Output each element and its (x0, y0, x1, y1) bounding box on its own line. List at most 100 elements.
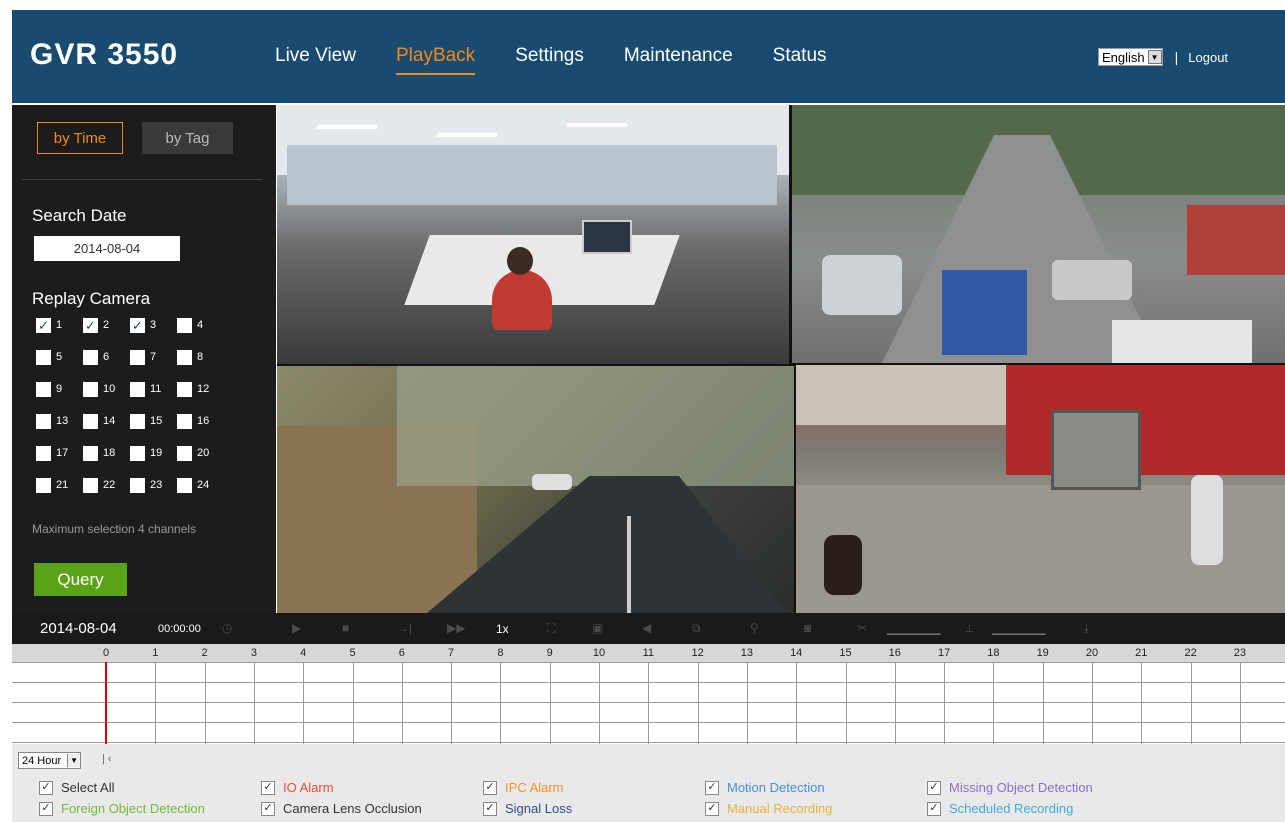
camera-option[interactable]: 11 (130, 381, 177, 397)
scroll-left-icon[interactable]: | ‹ (102, 753, 112, 765)
nav-settings[interactable]: Settings (515, 45, 584, 75)
checkbox-checked-icon[interactable]: ✓ (39, 780, 53, 795)
timeline-cursor[interactable] (105, 662, 107, 744)
camera-option[interactable]: ✓ 3 (130, 317, 177, 333)
checkbox-icon[interactable] (36, 413, 51, 429)
checkbox-checked-icon[interactable]: ✓ (261, 801, 275, 816)
event-filter-option[interactable]: ✓ Manual Recording (705, 801, 833, 816)
layout-icon[interactable]: ▣ (592, 621, 603, 635)
tab-by-time[interactable]: by Time (37, 122, 123, 154)
checkbox-icon[interactable] (177, 317, 192, 333)
cut-icon[interactable]: ✂ (857, 621, 867, 635)
nav-status[interactable]: Status (773, 45, 827, 75)
camera-option[interactable]: 19 (130, 445, 177, 461)
checkbox-icon[interactable] (177, 413, 192, 429)
step-forward-icon[interactable]: →| (397, 621, 412, 635)
checkbox-icon[interactable] (177, 477, 192, 493)
fast-forward-icon[interactable]: ▶▶ (447, 621, 465, 635)
camera-option[interactable]: 8 (177, 349, 224, 365)
checkbox-checked-icon[interactable]: ✓ (927, 801, 941, 816)
checkbox-checked-icon[interactable]: ✓ (483, 801, 497, 816)
clock-icon[interactable]: ◷ (222, 621, 232, 635)
checkbox-icon[interactable] (130, 349, 145, 365)
camera-option[interactable]: 6 (83, 349, 130, 365)
checkbox-icon[interactable] (83, 477, 98, 493)
checkbox-icon[interactable] (36, 381, 51, 397)
checkbox-icon[interactable] (177, 349, 192, 365)
camera-option[interactable]: 21 (36, 477, 83, 493)
camera-option[interactable]: 14 (83, 413, 130, 429)
video-channel-2[interactable] (792, 105, 1285, 363)
logout-link[interactable]: Logout (1188, 50, 1228, 65)
nav-playback[interactable]: PlayBack (395, 45, 476, 75)
checkbox-icon[interactable] (83, 413, 98, 429)
chevron-down-icon[interactable]: ▼ (1147, 50, 1162, 64)
camera-option[interactable]: 20 (177, 445, 224, 461)
camera-option[interactable]: 13 (36, 413, 83, 429)
stop-icon[interactable]: ■ (342, 621, 349, 635)
event-filter-option[interactable]: ✓ Signal Loss (483, 801, 572, 816)
checkbox-checked-icon[interactable]: ✓ (705, 780, 719, 795)
marker-icon[interactable]: ⊥ (964, 621, 974, 635)
event-filter-option[interactable]: ✓ Camera Lens Occlusion (261, 801, 422, 816)
camera-option[interactable]: ✓ 1 (36, 317, 83, 333)
event-filter-option[interactable]: ✓ Select All (39, 780, 114, 795)
checkbox-icon[interactable] (36, 445, 51, 461)
volume-icon[interactable]: ◀ (642, 621, 651, 635)
checkbox-icon[interactable] (83, 381, 98, 397)
query-button[interactable]: Query (34, 563, 127, 596)
timeline-grid[interactable] (12, 662, 1285, 744)
event-filter-option[interactable]: ✓ IO Alarm (261, 780, 334, 795)
tag-icon[interactable]: ⚲ (750, 621, 759, 635)
checkbox-checked-icon[interactable]: ✓ (130, 317, 145, 333)
checkbox-checked-icon[interactable]: ✓ (927, 780, 941, 795)
checkbox-checked-icon[interactable]: ✓ (83, 317, 98, 333)
video-channel-3[interactable] (277, 366, 794, 613)
checkbox-icon[interactable] (177, 381, 192, 397)
checkbox-icon[interactable] (130, 445, 145, 461)
camera-option[interactable]: ✓ 2 (83, 317, 130, 333)
camera-option[interactable]: 9 (36, 381, 83, 397)
checkbox-checked-icon[interactable]: ✓ (261, 780, 275, 795)
checkbox-checked-icon[interactable]: ✓ (705, 801, 719, 816)
event-filter-option[interactable]: ✓ Motion Detection (705, 780, 825, 795)
camera-option[interactable]: 7 (130, 349, 177, 365)
language-select[interactable]: English ▼ (1098, 48, 1163, 66)
event-filter-option[interactable]: ✓ Scheduled Recording (927, 801, 1073, 816)
nav-live-view[interactable]: Live View (275, 45, 356, 75)
nav-maintenance[interactable]: Maintenance (624, 45, 733, 75)
video-channel-1[interactable] (277, 105, 789, 364)
camera-option[interactable]: 4 (177, 317, 224, 333)
camera-option[interactable]: 22 (83, 477, 130, 493)
hour-mode-select[interactable]: 24 Hour ▼ (18, 752, 82, 769)
camera-option[interactable]: 17 (36, 445, 83, 461)
video-channel-4[interactable] (796, 365, 1285, 613)
checkbox-icon[interactable] (130, 413, 145, 429)
event-filter-option[interactable]: ✓ Foreign Object Detection (39, 801, 205, 816)
playback-speed[interactable]: 1x (496, 622, 509, 636)
camera-option[interactable]: 15 (130, 413, 177, 429)
camera-option[interactable]: 5 (36, 349, 83, 365)
checkbox-checked-icon[interactable]: ✓ (36, 317, 51, 333)
search-date-input[interactable]: 2014-08-04 (34, 236, 180, 261)
play-icon[interactable]: ▶ (292, 621, 301, 635)
checkbox-icon[interactable] (177, 445, 192, 461)
checkbox-checked-icon[interactable]: ✓ (483, 780, 497, 795)
clip-end-field[interactable]: ________ (992, 621, 1045, 635)
snapshot-icon[interactable]: ⧉ (692, 621, 701, 636)
camera-option[interactable]: 18 (83, 445, 130, 461)
camera-option[interactable]: 23 (130, 477, 177, 493)
download-icon[interactable]: ⤓ (1084, 621, 1089, 636)
camera-option[interactable]: 16 (177, 413, 224, 429)
checkbox-icon[interactable] (130, 381, 145, 397)
fullscreen-icon[interactable]: ⛶ (547, 621, 555, 636)
checkbox-icon[interactable] (83, 349, 98, 365)
camera-option[interactable]: 24 (177, 477, 224, 493)
timeline[interactable]: 012345678910111213141516171819202122232 (12, 644, 1285, 744)
checkbox-icon[interactable] (83, 445, 98, 461)
checkbox-icon[interactable] (130, 477, 145, 493)
clip-start-field[interactable]: ________ (887, 621, 940, 635)
checkbox-checked-icon[interactable]: ✓ (39, 801, 53, 816)
event-filter-option[interactable]: ✓ IPC Alarm (483, 780, 564, 795)
chevron-down-icon[interactable]: ▼ (67, 754, 81, 767)
